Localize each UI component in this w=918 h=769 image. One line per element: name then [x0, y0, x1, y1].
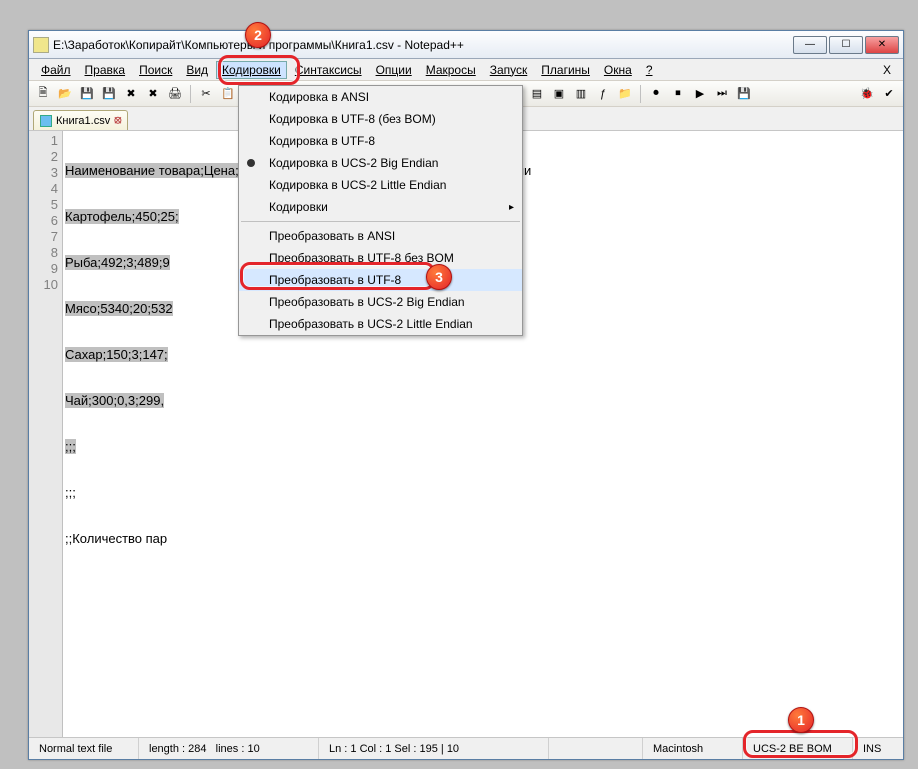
bug-icon[interactable]: 🐞 [857, 84, 877, 104]
code-line: Картофель;450;25; [65, 209, 179, 224]
menu-windows[interactable]: Окна [598, 61, 638, 79]
menu-encode-utf8[interactable]: Кодировка в UTF-8 [239, 130, 522, 152]
status-length: length : 284 lines : 10 [139, 738, 319, 759]
menu-run[interactable]: Запуск [484, 61, 534, 79]
menu-convert-utf8-nobom[interactable]: Преобразовать в UTF-8 без BOM [239, 247, 522, 269]
menu-convert-ucs2-le[interactable]: Преобразовать в UCS-2 Little Endian [239, 313, 522, 335]
status-spacer [549, 738, 643, 759]
menu-convert-ansi[interactable]: Преобразовать в ANSI [239, 225, 522, 247]
menu-separator [241, 221, 520, 222]
ud-lang-icon[interactable]: ▣ [549, 84, 569, 104]
macro-save-icon[interactable]: 💾 [734, 84, 754, 104]
code-line: Сахар;150;3;147; [65, 347, 168, 362]
menu-convert-ucs2-be[interactable]: Преобразовать в UCS-2 Big Endian [239, 291, 522, 313]
indent-guide-icon[interactable]: ▤ [527, 84, 547, 104]
radio-checked-icon [247, 159, 255, 167]
tab-file[interactable]: Книга1.csv ⦻ [33, 110, 128, 130]
macro-play-icon[interactable]: ▶ [690, 84, 710, 104]
status-ins[interactable]: INS [853, 738, 903, 759]
close-file-icon[interactable]: ✖ [121, 84, 141, 104]
menu-close-doc[interactable]: X [877, 63, 897, 77]
toolbar-sep [640, 85, 641, 103]
maximize-button[interactable]: ☐ [829, 36, 863, 54]
badge-1: 1 [788, 707, 814, 733]
code-line: Мясо;5340;20;532 [65, 301, 173, 316]
status-eol[interactable]: Macintosh [643, 738, 743, 759]
menu-view[interactable]: Вид [180, 61, 214, 79]
badge-3: 3 [426, 264, 452, 290]
tab-close-icon[interactable]: ⦻ [114, 114, 121, 127]
menu-encode-ucs2-be[interactable]: Кодировка в UCS-2 Big Endian [239, 152, 522, 174]
macro-play-multi-icon[interactable]: ⏭ [712, 84, 732, 104]
menu-encoding[interactable]: Кодировки [216, 61, 287, 79]
code-line: Чай;300;0,3;299, [65, 393, 164, 408]
copy-icon[interactable]: 📋 [218, 84, 238, 104]
menu-syntax[interactable]: Синтаксисы [289, 61, 368, 79]
code-line: ;;; [65, 439, 76, 454]
open-file-icon[interactable]: 📂 [55, 84, 75, 104]
new-file-icon[interactable]: 🗎 [33, 84, 53, 104]
folder-workspace-icon[interactable]: 📁 [615, 84, 635, 104]
menu-search[interactable]: Поиск [133, 61, 178, 79]
code-line: Наименование товара;Цена;;;;;; [65, 163, 257, 178]
close-all-icon[interactable]: ✖ [143, 84, 163, 104]
window-title: E:\Заработок\Копирайт\Компьютеры и прогр… [53, 38, 793, 52]
close-button[interactable]: ✕ [865, 36, 899, 54]
print-icon[interactable]: 🖨 [165, 84, 185, 104]
code-line: ;;Количество пар [65, 531, 167, 546]
macro-record-icon[interactable]: ⏺ [646, 84, 666, 104]
status-encoding[interactable]: UCS-2 BE BOM [743, 738, 853, 759]
save-all-icon[interactable]: 💾 [99, 84, 119, 104]
menu-help[interactable]: ? [640, 61, 659, 79]
doc-map-icon[interactable]: ▥ [571, 84, 591, 104]
titlebar: E:\Заработок\Копирайт\Компьютеры и прогр… [29, 31, 903, 59]
tab-label: Книга1.csv [56, 115, 110, 127]
spellcheck-icon[interactable]: ✔ [879, 84, 899, 104]
menu-encode-ucs2-le[interactable]: Кодировка в UCS-2 Little Endian [239, 174, 522, 196]
macro-stop-icon[interactable]: ⏹ [668, 84, 688, 104]
menu-file[interactable]: Файл [35, 61, 77, 79]
menu-encode-ansi[interactable]: Кодировка в ANSI [239, 86, 522, 108]
menu-encode-utf8-nobom[interactable]: Кодировка в UTF-8 (без BOM) [239, 108, 522, 130]
badge-2: 2 [245, 22, 271, 48]
menu-plugins[interactable]: Плагины [535, 61, 596, 79]
status-filetype: Normal text file [29, 738, 139, 759]
app-icon [33, 37, 49, 53]
code-line: ;;; [65, 485, 76, 500]
menu-options[interactable]: Опции [370, 61, 418, 79]
menu-edit[interactable]: Правка [79, 61, 132, 79]
cut-icon[interactable]: ✂ [196, 84, 216, 104]
code-line: Рыба;492;3;489;9 [65, 255, 170, 270]
line-gutter: 12345 678910 [29, 131, 63, 737]
func-list-icon[interactable]: ƒ [593, 84, 613, 104]
toolbar-sep [190, 85, 191, 103]
menubar: Файл Правка Поиск Вид Кодировки Синтакси… [29, 59, 903, 81]
menu-convert-utf8[interactable]: Преобразовать в UTF-8 [239, 269, 522, 291]
minimize-button[interactable]: — [793, 36, 827, 54]
statusbar: Normal text file length : 284 lines : 10… [29, 737, 903, 759]
status-position: Ln : 1 Col : 1 Sel : 195 | 10 [319, 738, 549, 759]
window-controls: — ☐ ✕ [793, 36, 899, 54]
menu-encodings-submenu[interactable]: Кодировки [239, 196, 522, 218]
menu-macros[interactable]: Макросы [420, 61, 482, 79]
encoding-menu: Кодировка в ANSI Кодировка в UTF-8 (без … [238, 85, 523, 336]
file-icon [40, 115, 52, 127]
save-icon[interactable]: 💾 [77, 84, 97, 104]
